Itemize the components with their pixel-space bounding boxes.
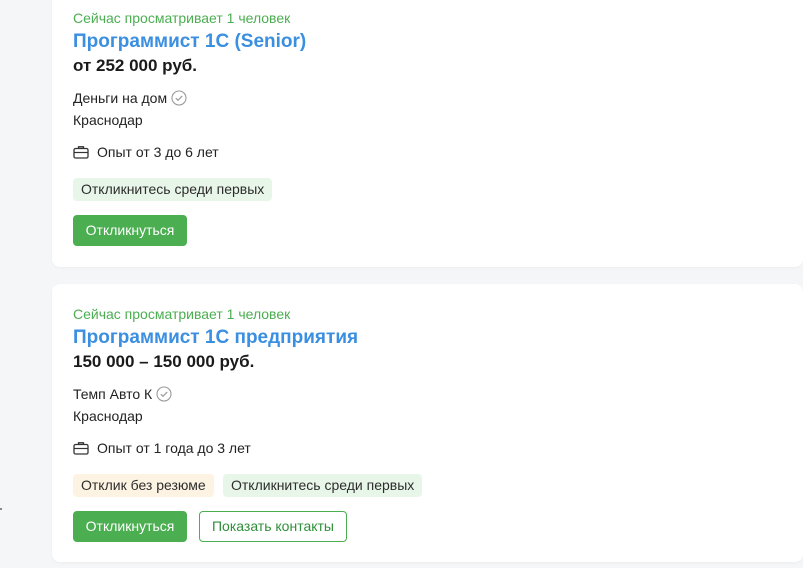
vacancy-experience: Опыт от 3 до 6 лет: [73, 144, 219, 160]
vacancy-salary: от 252 000 руб.: [73, 56, 198, 75]
vacancy-salary: 150 000 – 150 000 руб.: [73, 352, 255, 371]
vacancy-title-link[interactable]: Программист 1С (Senior): [73, 31, 306, 53]
company-name: Деньги на дом: [73, 90, 168, 106]
edge-marker: [0, 508, 2, 510]
vacancy-card: Сейчас просматривает 1 человек Программи…: [52, 0, 803, 267]
company-link[interactable]: Темп Авто К: [73, 386, 172, 402]
vacancy-card: Сейчас просматривает 1 человек Программи…: [52, 284, 803, 562]
respond-button[interactable]: Откликнуться: [73, 215, 187, 246]
viewers-count: Сейчас просматривает 1 человек: [73, 306, 291, 322]
badge-respond-first: Откликнитесь среди первых: [73, 178, 273, 201]
company-link[interactable]: Деньги на дом: [73, 90, 187, 106]
experience-text: Опыт от 3 до 6 лет: [97, 144, 219, 160]
viewers-count: Сейчас просматривает 1 человек: [73, 10, 291, 26]
vacancy-city: Краснодар: [73, 112, 143, 128]
respond-button[interactable]: Откликнуться: [73, 511, 187, 542]
vacancy-experience: Опыт от 1 года до 3 лет: [73, 440, 251, 456]
badge-no-resume: Отклик без резюме: [73, 474, 214, 497]
check-circle-icon: [156, 386, 172, 402]
briefcase-icon: [73, 146, 89, 159]
vacancy-title-link[interactable]: Программист 1С предприятия: [73, 327, 358, 349]
company-name: Темп Авто К: [73, 386, 153, 402]
check-circle-icon: [171, 90, 187, 106]
show-contacts-button[interactable]: Показать контакты: [199, 511, 347, 542]
briefcase-icon: [73, 442, 89, 455]
experience-text: Опыт от 1 года до 3 лет: [97, 440, 251, 456]
vacancy-city: Краснодар: [73, 408, 143, 424]
badge-respond-first: Откликнитесь среди первых: [223, 474, 423, 497]
